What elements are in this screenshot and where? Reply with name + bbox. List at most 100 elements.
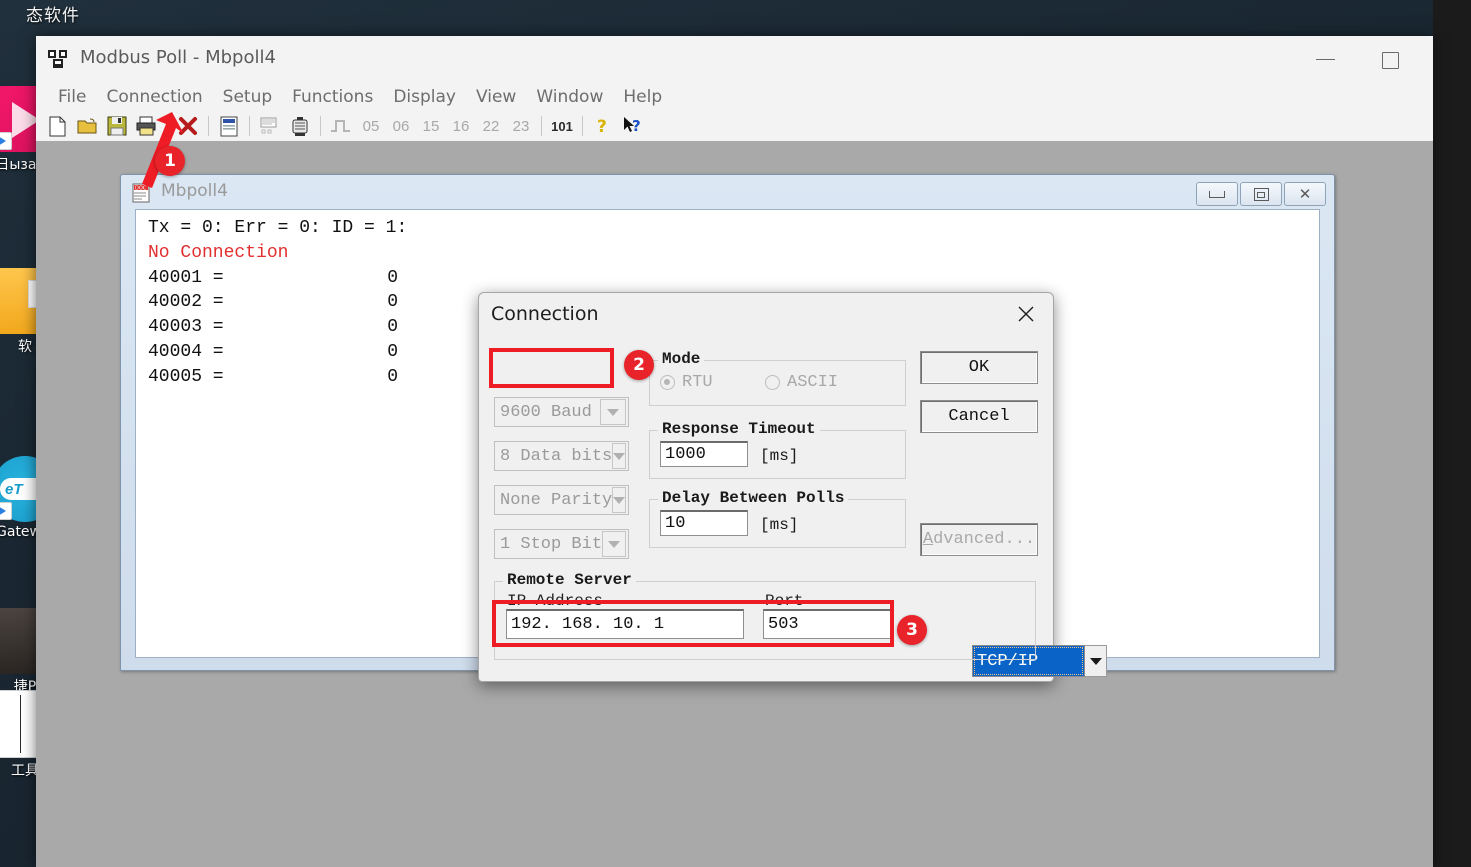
mdi-close-button[interactable]: ✕	[1284, 182, 1326, 206]
menu-display[interactable]: Display	[383, 84, 466, 111]
poll-status-line: Tx = 0: Err = 0: ID = 1:	[148, 218, 408, 238]
toolbar-separator	[249, 116, 250, 136]
maximize-icon	[1382, 52, 1399, 69]
function-code-05[interactable]: 05	[356, 113, 386, 139]
register-value: 0	[387, 292, 398, 313]
binary-code-button[interactable]: 101	[547, 113, 577, 139]
radio-ascii[interactable]: ASCII	[765, 373, 838, 392]
mdi-restore-button[interactable]	[1240, 182, 1282, 206]
stop-bits-select[interactable]: 1 Stop Bit	[494, 529, 629, 559]
response-timeout-value: 1000	[665, 445, 706, 464]
toolbar-separator	[208, 116, 209, 136]
shortcut-overlay-icon	[0, 132, 12, 150]
response-timeout-input[interactable]: 1000	[660, 441, 748, 467]
delay-between-polls-input[interactable]: 10	[660, 510, 748, 536]
chevron-down-icon	[602, 531, 626, 557]
response-timeout-label: Response Timeout	[658, 420, 820, 438]
minimize-icon	[1316, 59, 1335, 60]
chevron-down-icon	[612, 487, 627, 513]
mode-group: Mode RTU ASCII	[649, 350, 906, 406]
read-write-definition-icon[interactable]	[214, 113, 244, 139]
mdi-title-bar[interactable]: DOC Mbpoll4 ✕	[121, 175, 1334, 211]
cancel-button-label: Cancel	[948, 407, 1010, 426]
window-minimize-button[interactable]	[1293, 36, 1359, 83]
register-address: 40002 =	[148, 292, 224, 313]
delay-between-polls-label: Delay Between Polls	[658, 489, 849, 507]
function-code-15[interactable]: 15	[416, 113, 446, 139]
radio-rtu-label: RTU	[682, 373, 713, 392]
parity-select[interactable]: None Parity	[494, 485, 629, 515]
function-code-22[interactable]: 22	[476, 113, 506, 139]
register-address: 40004 =	[148, 341, 224, 362]
radio-ascii-label: ASCII	[787, 373, 839, 392]
open-folder-icon[interactable]	[72, 113, 102, 139]
menu-functions[interactable]: Functions	[282, 84, 383, 111]
data-bits-select[interactable]: 8 Data bits	[494, 441, 629, 471]
menu-file[interactable]: File	[48, 84, 96, 111]
dialog-close-button[interactable]	[1003, 295, 1049, 333]
annotation-badge-3: 3	[897, 615, 927, 645]
register-address: 40001 =	[148, 267, 224, 288]
advanced-button-label: dvanced...	[933, 530, 1036, 549]
close-icon: ✕	[1298, 185, 1312, 203]
window-title-bar[interactable]: Modbus Poll - Mbpoll4	[36, 36, 1433, 84]
chevron-down-icon	[600, 399, 626, 425]
baud-rate-value: 9600 Baud	[500, 402, 592, 422]
minimize-icon	[1209, 190, 1225, 198]
connection-status-text: No Connection	[148, 242, 289, 263]
shortcut-overlay-icon	[0, 502, 12, 520]
menu-bar: File Connection Setup Functions Display …	[36, 84, 1433, 111]
baud-rate-select[interactable]: 9600 Baud	[494, 397, 629, 427]
radio-dot-icon	[765, 375, 780, 390]
response-timeout-group: Response Timeout 1000 [ms]	[649, 420, 906, 479]
window-title-text: Modbus Poll - Mbpoll4	[80, 47, 276, 68]
chevron-down-icon	[1089, 657, 1102, 665]
modbus-poll-icon	[47, 48, 69, 70]
mdi-minimize-button[interactable]	[1196, 182, 1238, 206]
protocol-dropdown-arrow[interactable]	[1085, 645, 1107, 677]
stop-bits-value: 1 Stop Bit	[500, 534, 603, 554]
response-timeout-unit: [ms]	[760, 447, 799, 465]
svg-text:?: ?	[597, 117, 607, 136]
delay-between-polls-unit: [ms]	[760, 516, 799, 534]
annotation-badge-2: 2	[624, 350, 654, 380]
new-file-icon[interactable]	[42, 113, 72, 139]
test-center-icon[interactable]	[285, 113, 315, 139]
help-icon[interactable]: ?	[588, 113, 618, 139]
function-code-06[interactable]: 06	[386, 113, 416, 139]
poll-definition-icon[interactable]	[255, 113, 285, 139]
mode-group-label: Mode	[658, 350, 705, 368]
ok-button[interactable]: OK	[920, 351, 1038, 384]
restore-icon	[1253, 187, 1269, 201]
toolbar-separator	[541, 116, 542, 136]
menu-connection[interactable]: Connection	[96, 84, 212, 111]
annotation-badge-1: 1	[155, 146, 185, 176]
dialog-title-text: Connection	[491, 303, 599, 325]
radio-dot-icon	[660, 375, 675, 390]
menu-window[interactable]: Window	[526, 84, 613, 111]
radio-rtu[interactable]: RTU	[660, 373, 713, 392]
register-address: 40003 =	[148, 317, 224, 338]
toolbar-separator	[320, 116, 321, 136]
advanced-button[interactable]: Advanced...	[920, 523, 1038, 556]
dialog-title-bar[interactable]: Connection	[479, 293, 1053, 337]
register-row: 40001 = 0	[144, 266, 1319, 291]
menu-setup[interactable]: Setup	[213, 84, 282, 111]
toolbar: 05 06 15 16 22 23 101 ? ?	[36, 111, 1433, 142]
parity-value: None Parity	[500, 490, 613, 510]
window-maximize-button[interactable]	[1359, 36, 1425, 83]
menu-help[interactable]: Help	[613, 84, 672, 111]
function-code-23[interactable]: 23	[506, 113, 536, 139]
pulse-icon[interactable]	[326, 113, 356, 139]
delay-between-polls-value: 10	[665, 514, 686, 533]
desktop-right-edge	[1433, 0, 1471, 867]
svg-text:?: ?	[632, 117, 641, 135]
context-help-icon[interactable]: ?	[618, 113, 648, 139]
function-code-16[interactable]: 16	[446, 113, 476, 139]
advanced-button-mnemonic: A	[922, 530, 934, 549]
desktop-heading-text: 态软件	[26, 6, 80, 26]
menu-view[interactable]: View	[466, 84, 526, 111]
remote-server-label: Remote Server	[503, 571, 636, 589]
toolbar-separator	[582, 116, 583, 136]
cancel-button[interactable]: Cancel	[920, 400, 1038, 433]
